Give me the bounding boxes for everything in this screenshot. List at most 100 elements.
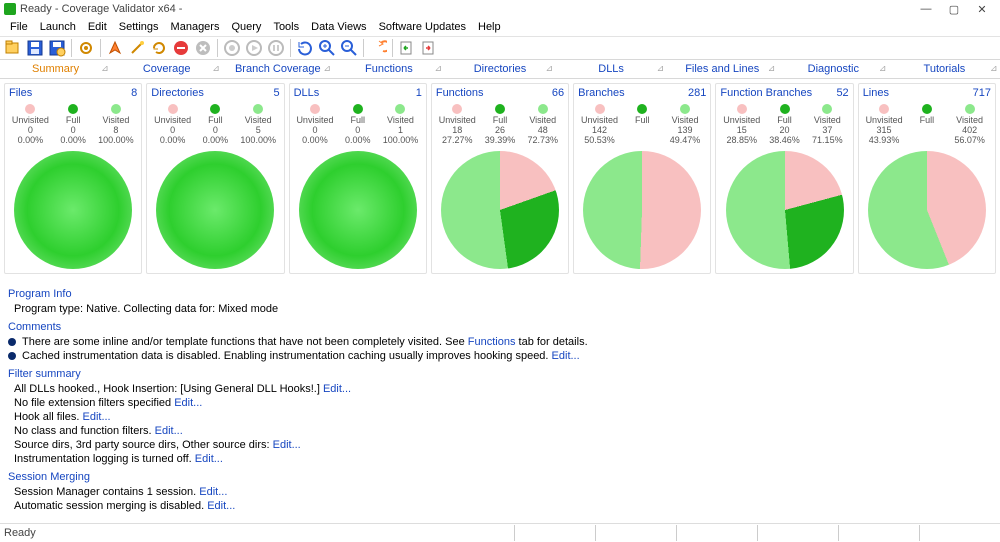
pie-chart bbox=[726, 151, 844, 269]
card-files: Files8Unvisited00.00%Full00.00%Visited81… bbox=[4, 83, 142, 274]
tab-dlls[interactable]: DLLs⊿ bbox=[556, 60, 667, 78]
edit-link[interactable]: Edit... bbox=[552, 350, 580, 362]
record-icon[interactable] bbox=[222, 38, 242, 58]
edit-link[interactable]: Edit... bbox=[82, 411, 110, 423]
card-dlls: DLLs1Unvisited00.00%Full00.00%Visited110… bbox=[289, 83, 427, 274]
legend-dot-icon bbox=[168, 104, 178, 114]
legend-col: Unvisited1528.85% bbox=[720, 104, 763, 145]
status-text: Ready bbox=[4, 527, 36, 539]
reset-icon[interactable] bbox=[149, 38, 169, 58]
edit-link[interactable]: Edit... bbox=[174, 397, 202, 409]
legend-col: Unvisited1827.27% bbox=[436, 104, 479, 145]
legend-dot-icon bbox=[822, 104, 832, 114]
card-total: 52 bbox=[836, 87, 848, 99]
status-box bbox=[676, 525, 757, 541]
status-bar: Ready bbox=[0, 523, 1000, 542]
status-box bbox=[514, 525, 595, 541]
functions-link[interactable]: Functions bbox=[468, 336, 516, 348]
tab-diagnostic[interactable]: Diagnostic⊿ bbox=[778, 60, 889, 78]
legend-dot-icon bbox=[965, 104, 975, 114]
edit-link[interactable]: Edit... bbox=[323, 383, 351, 395]
legend-col: Full00.00% bbox=[194, 104, 237, 145]
pause-icon[interactable] bbox=[266, 38, 286, 58]
legend-col: Unvisited31543.93% bbox=[863, 104, 906, 145]
edit-link[interactable]: Edit... bbox=[195, 453, 223, 465]
tab-branch-coverage[interactable]: Branch Coverage⊿ bbox=[222, 60, 333, 78]
legend-col: Full2038.46% bbox=[763, 104, 806, 145]
card-total: 8 bbox=[131, 87, 137, 99]
title-bar: Ready - Coverage Validator x64 - — ▢ ✕ bbox=[0, 0, 1000, 18]
summary-cards: Files8Unvisited00.00%Full00.00%Visited81… bbox=[0, 79, 1000, 276]
menu-edit[interactable]: Edit bbox=[82, 20, 113, 34]
card-title: Function Branches bbox=[720, 87, 812, 99]
pin-icon[interactable]: ⊿ bbox=[434, 65, 440, 71]
status-box bbox=[838, 525, 919, 541]
card-directories: Directories5Unvisited00.00%Full00.00%Vis… bbox=[146, 83, 284, 274]
tab-tutorials[interactable]: Tutorials⊿ bbox=[889, 60, 1000, 78]
menu-tools[interactable]: Tools bbox=[267, 20, 305, 34]
play-icon[interactable] bbox=[244, 38, 264, 58]
card-title: Files bbox=[9, 87, 32, 99]
app-icon bbox=[4, 3, 16, 15]
rocket-icon[interactable] bbox=[105, 38, 125, 58]
menu-query[interactable]: Query bbox=[225, 20, 267, 34]
bullet-icon bbox=[8, 352, 16, 360]
zoom-in-icon[interactable] bbox=[317, 38, 337, 58]
zoom-out-icon[interactable] bbox=[339, 38, 359, 58]
menu-file[interactable]: File bbox=[4, 20, 34, 34]
open-icon[interactable] bbox=[3, 38, 23, 58]
pin-icon[interactable]: ⊿ bbox=[768, 65, 774, 71]
pin-icon[interactable]: ⊿ bbox=[323, 65, 329, 71]
pin-icon[interactable]: ⊿ bbox=[546, 65, 552, 71]
menu-software-updates[interactable]: Software Updates bbox=[373, 20, 472, 34]
save-icon[interactable] bbox=[25, 38, 45, 58]
pie-chart bbox=[299, 151, 417, 269]
pin-icon[interactable]: ⊿ bbox=[657, 65, 663, 71]
cancel-icon[interactable] bbox=[193, 38, 213, 58]
menu-launch[interactable]: Launch bbox=[34, 20, 82, 34]
undo-icon[interactable] bbox=[368, 38, 388, 58]
status-box bbox=[919, 525, 1000, 541]
pin-icon[interactable]: ⊿ bbox=[101, 65, 107, 71]
menu-data-views[interactable]: Data Views bbox=[305, 20, 372, 34]
menu-help[interactable]: Help bbox=[472, 20, 507, 34]
edit-link[interactable]: Edit... bbox=[273, 439, 301, 451]
close-button[interactable]: ✕ bbox=[968, 0, 996, 18]
pie-chart bbox=[14, 151, 132, 269]
edit-link[interactable]: Edit... bbox=[155, 425, 183, 437]
tab-files-and-lines[interactable]: Files and Lines⊿ bbox=[667, 60, 778, 78]
menu-managers[interactable]: Managers bbox=[165, 20, 226, 34]
doc-left-icon[interactable] bbox=[397, 38, 417, 58]
filter-line: No class and function filters. Edit... bbox=[14, 425, 992, 437]
gear-icon[interactable] bbox=[76, 38, 96, 58]
stop-icon[interactable] bbox=[171, 38, 191, 58]
legend-dot-icon bbox=[25, 104, 35, 114]
save-as-icon[interactable] bbox=[47, 38, 67, 58]
wand-icon[interactable] bbox=[127, 38, 147, 58]
minimize-button[interactable]: — bbox=[912, 0, 940, 18]
pin-icon[interactable]: ⊿ bbox=[990, 65, 996, 71]
filter-summary-heading: Filter summary bbox=[8, 368, 992, 380]
tab-coverage[interactable]: Coverage⊿ bbox=[111, 60, 222, 78]
legend-col: Visited5100.00% bbox=[237, 104, 280, 145]
doc-right-icon[interactable] bbox=[419, 38, 439, 58]
edit-link[interactable]: Edit... bbox=[199, 486, 227, 498]
tab-bar: Summary⊿Coverage⊿Branch Coverage⊿Functio… bbox=[0, 60, 1000, 79]
tab-directories[interactable]: Directories⊿ bbox=[444, 60, 555, 78]
menu-settings[interactable]: Settings bbox=[113, 20, 165, 34]
legend-dot-icon bbox=[595, 104, 605, 114]
pin-icon[interactable]: ⊿ bbox=[879, 65, 885, 71]
edit-link[interactable]: Edit... bbox=[207, 500, 235, 512]
legend-col: Visited13949.47% bbox=[664, 104, 707, 145]
tab-summary[interactable]: Summary⊿ bbox=[0, 60, 111, 78]
refresh-icon[interactable] bbox=[295, 38, 315, 58]
card-total: 717 bbox=[973, 87, 991, 99]
legend-dot-icon bbox=[780, 104, 790, 114]
pie-chart bbox=[583, 151, 701, 269]
toolbar bbox=[0, 36, 1000, 60]
maximize-button[interactable]: ▢ bbox=[940, 0, 968, 18]
legend-col: Full00.00% bbox=[52, 104, 95, 145]
pin-icon[interactable]: ⊿ bbox=[212, 65, 218, 71]
tab-functions[interactable]: Functions⊿ bbox=[333, 60, 444, 78]
legend-col: Full00.00% bbox=[336, 104, 379, 145]
